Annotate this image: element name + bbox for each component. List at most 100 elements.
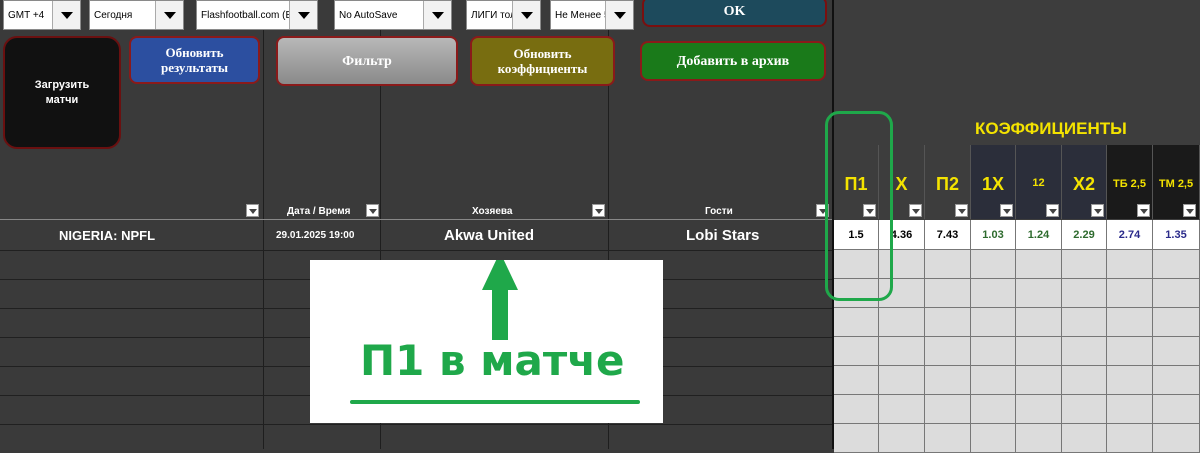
min-dropdown[interactable]: Не Менее 5 — [550, 0, 634, 30]
ok-button[interactable]: OK — [642, 0, 827, 27]
odds-empty-cell[interactable] — [1062, 395, 1107, 424]
odds-empty-cell[interactable] — [834, 308, 879, 337]
odds-empty-cell[interactable] — [1062, 279, 1107, 308]
odds-empty-cell[interactable] — [1062, 308, 1107, 337]
chevron-down-icon[interactable] — [155, 1, 183, 29]
timezone-dropdown[interactable]: GMT +4 — [3, 0, 81, 30]
filter-dropdown-icon[interactable] — [1000, 204, 1013, 217]
odds-value-p2: 7.43 — [925, 220, 971, 250]
filter-dropdown-icon[interactable] — [1183, 204, 1196, 217]
odds-empty-cell[interactable] — [925, 337, 971, 366]
odds-empty-cell[interactable] — [971, 337, 1016, 366]
odds-empty-cell[interactable] — [971, 308, 1016, 337]
odds-empty-cell[interactable] — [834, 337, 879, 366]
column-header-datetime: Дата / Время — [287, 206, 351, 217]
odds-header-label: Х2 — [1072, 174, 1096, 194]
autosave-value: No AutoSave — [339, 10, 398, 21]
odds-empty-cell[interactable] — [1153, 250, 1200, 279]
day-dropdown[interactable]: Сегодня — [89, 0, 184, 30]
odds-empty-cell[interactable] — [925, 366, 971, 395]
annotation-box: П1 в матче — [310, 260, 663, 423]
refresh-results-button[interactable]: Обновить результаты — [129, 36, 260, 84]
filter-button[interactable]: Фильтр — [276, 36, 458, 86]
odds-empty-cell[interactable] — [1062, 366, 1107, 395]
odds-empty-cell[interactable] — [834, 366, 879, 395]
leagues-dropdown[interactable]: ЛИГИ толь — [466, 0, 541, 30]
odds-empty-cell[interactable] — [1016, 395, 1062, 424]
odds-empty-cell[interactable] — [1153, 279, 1200, 308]
odds-empty-cell[interactable] — [1107, 250, 1153, 279]
odds-empty-cell[interactable] — [879, 308, 925, 337]
odds-value-12: 1.24 — [1016, 220, 1062, 250]
day-value: Сегодня — [94, 10, 133, 21]
column-header-home: Хозяева — [472, 206, 513, 217]
filter-dropdown-icon[interactable] — [246, 204, 259, 217]
odds-header-label: П2 — [936, 174, 959, 194]
odds-empty-cell[interactable] — [925, 250, 971, 279]
source-dropdown[interactable]: Flashfootball.com (EN — [196, 0, 318, 30]
odds-empty-cell[interactable] — [971, 395, 1016, 424]
odds-empty-cell[interactable] — [971, 250, 1016, 279]
odds-empty-cell[interactable] — [1153, 366, 1200, 395]
chevron-down-icon[interactable] — [423, 1, 451, 29]
odds-empty-cell[interactable] — [1016, 366, 1062, 395]
filter-dropdown-icon[interactable] — [909, 204, 922, 217]
odds-empty-cell[interactable] — [925, 308, 971, 337]
odds-empty-cell[interactable] — [925, 279, 971, 308]
chevron-down-icon[interactable] — [289, 1, 317, 29]
odds-empty-cell[interactable] — [1153, 308, 1200, 337]
filter-dropdown-icon[interactable] — [1137, 204, 1150, 217]
filter-dropdown-icon[interactable] — [592, 204, 605, 217]
match-league: NIGERIA: NPFL — [59, 228, 156, 243]
chevron-down-icon[interactable] — [605, 1, 633, 29]
odds-empty-cell[interactable] — [1153, 395, 1200, 424]
odds-empty-cell[interactable] — [879, 395, 925, 424]
filter-button-label: Фильтр — [342, 53, 392, 69]
odds-empty-cell[interactable] — [1062, 337, 1107, 366]
odds-title: КОЭФФИЦИЕНТЫ — [975, 119, 1127, 138]
column-header-away: Гости — [705, 206, 733, 217]
odds-empty-cell[interactable] — [971, 366, 1016, 395]
grid-line — [0, 424, 832, 425]
p1-highlight — [825, 111, 893, 301]
odds-empty-cell[interactable] — [1016, 279, 1062, 308]
odds-empty-cell[interactable] — [1016, 337, 1062, 366]
odds-value-x2: 2.29 — [1062, 220, 1107, 250]
odds-header-label: ТМ 2,5 — [1158, 178, 1194, 190]
autosave-dropdown[interactable]: No AutoSave — [334, 0, 452, 30]
odds-empty-cell[interactable] — [1062, 250, 1107, 279]
filter-dropdown-icon[interactable] — [1046, 204, 1059, 217]
odds-empty-cell[interactable] — [971, 279, 1016, 308]
odds-value-1x: 1.03 — [971, 220, 1016, 250]
odds-empty-cell[interactable] — [1153, 337, 1200, 366]
annotation-text: П1 в матче — [360, 336, 625, 385]
filter-dropdown-icon[interactable] — [366, 204, 379, 217]
odds-empty-cell[interactable] — [1107, 308, 1153, 337]
match-datetime: 29.01.2025 19:00 — [276, 230, 355, 241]
refresh-odds-button[interactable]: Обновить коэффициенты — [470, 36, 615, 86]
filter-dropdown-icon[interactable] — [955, 204, 968, 217]
odds-empty-cell[interactable] — [1107, 366, 1153, 395]
source-value: Flashfootball.com (EN — [201, 10, 300, 21]
add-to-archive-button[interactable]: Добавить в архив — [640, 41, 826, 81]
annotation-underline — [350, 400, 640, 404]
odds-empty-cell[interactable] — [834, 395, 879, 424]
odds-empty-cell[interactable] — [1107, 395, 1153, 424]
load-matches-label: Загрузить матчи — [34, 78, 90, 106]
odds-empty-cell[interactable] — [1107, 279, 1153, 308]
odds-header-label: ТБ 2,5 — [1113, 178, 1146, 190]
odds-empty-cell[interactable] — [1107, 337, 1153, 366]
chevron-down-icon[interactable] — [52, 1, 80, 29]
refresh-results-label: Обновить результаты — [160, 45, 229, 75]
odds-header-label: 12 — [1032, 177, 1045, 189]
load-matches-button[interactable]: Загрузить матчи — [3, 36, 121, 149]
match-home-team: Akwa United — [444, 227, 535, 244]
odds-empty-cell[interactable] — [879, 366, 925, 395]
refresh-odds-label: Обновить коэффициенты — [497, 46, 588, 76]
chevron-down-icon[interactable] — [512, 1, 540, 29]
odds-empty-cell[interactable] — [879, 337, 925, 366]
odds-empty-cell[interactable] — [1016, 250, 1062, 279]
odds-empty-cell[interactable] — [1016, 308, 1062, 337]
odds-empty-cell[interactable] — [925, 395, 971, 424]
filter-dropdown-icon[interactable] — [1091, 204, 1104, 217]
